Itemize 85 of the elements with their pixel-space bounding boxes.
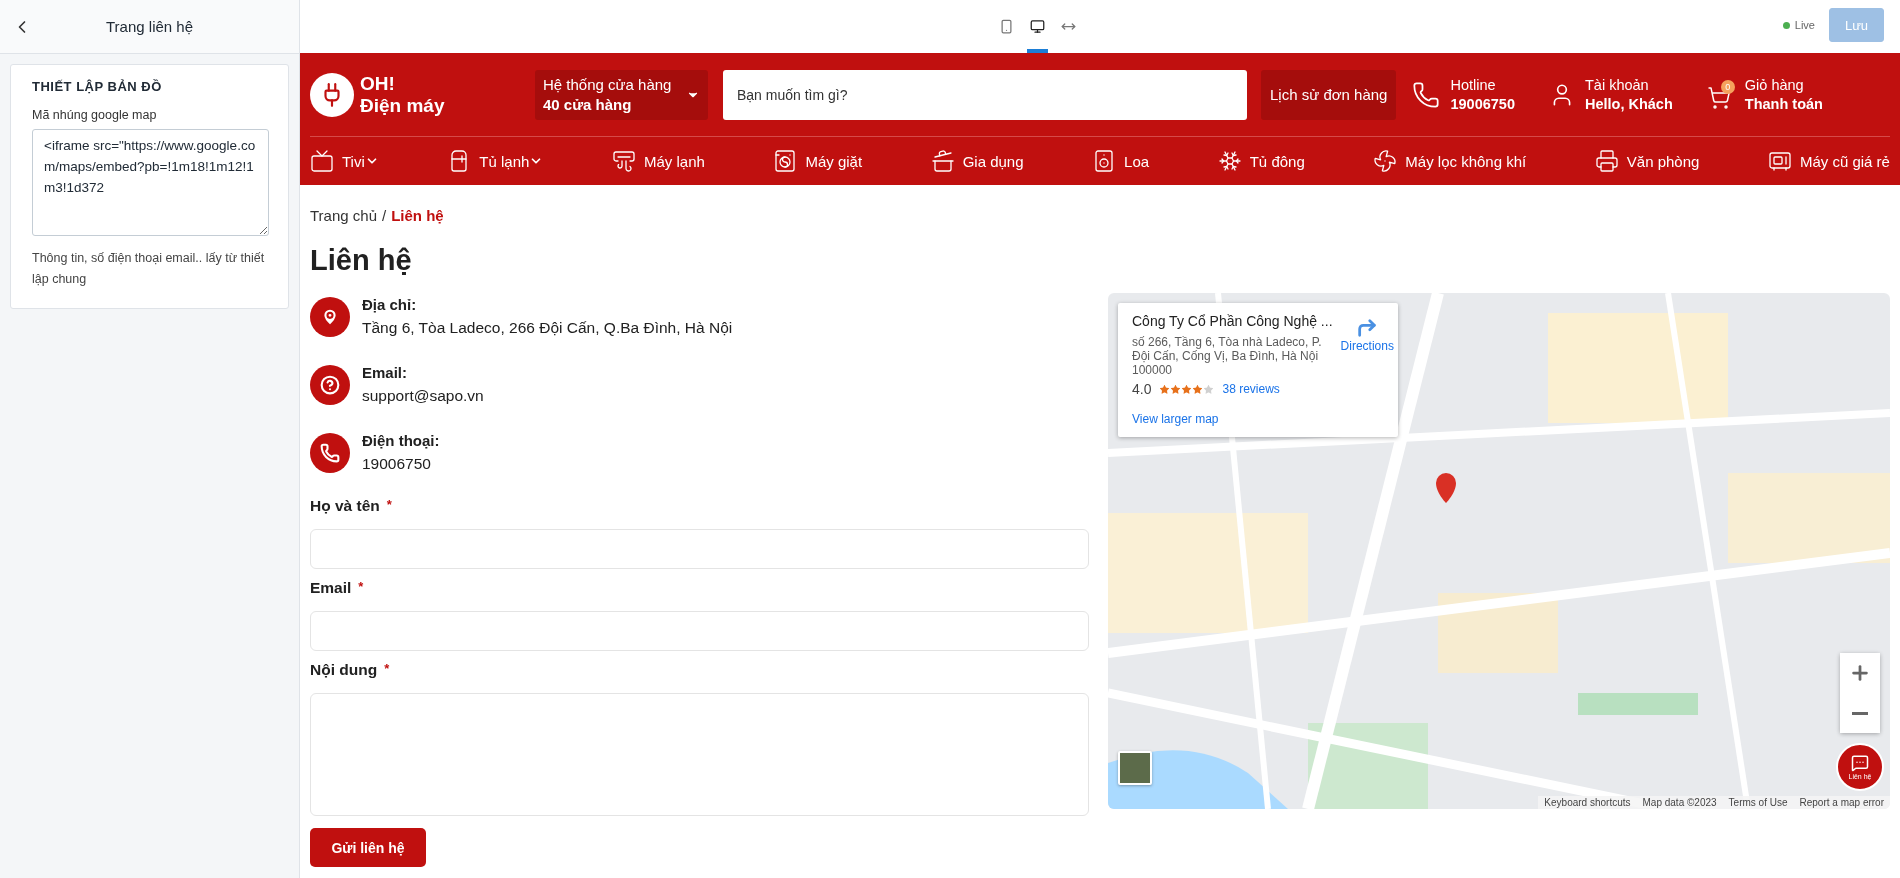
store-dropdown[interactable]: Hệ thống cửa hàng 40 cửa hàng: [535, 69, 708, 120]
breadcrumb-separator: /: [382, 207, 387, 224]
category-link[interactable]: Tủ lạnh: [447, 149, 544, 173]
required-mark: *: [358, 579, 364, 596]
category-link[interactable]: Văn phòng: [1594, 149, 1700, 173]
category-link[interactable]: Loa: [1092, 149, 1150, 173]
logo-text: OH! Điện máy: [360, 72, 445, 117]
fan-icon: [1373, 149, 1398, 173]
directions-link[interactable]: Directions: [1340, 317, 1394, 427]
embed-code-field[interactable]: <iframe src="https://www.google.com/maps/embed?pb=!1m18!1m12!1m3!1d372: [32, 129, 269, 236]
category-link[interactable]: Gia dụng: [930, 149, 1024, 173]
input-field[interactable]: [310, 529, 1089, 569]
reviews-link[interactable]: 38 reviews: [1222, 382, 1280, 396]
minus-icon: [1852, 711, 1868, 715]
map-footer-link[interactable]: Report a map error: [1799, 797, 1884, 808]
field-label: Họ và tên: [310, 497, 380, 515]
account-greeting: Hello, Khách: [1584, 94, 1673, 114]
message-field[interactable]: [310, 693, 1089, 816]
chat-bubble-icon: [1851, 754, 1869, 772]
rating-value: 4.0: [1132, 381, 1152, 397]
zoom-in-button[interactable]: [1840, 653, 1880, 693]
plus-icon: [1849, 662, 1871, 684]
required-mark: *: [384, 661, 390, 678]
category-link[interactable]: Tivi: [310, 149, 379, 173]
phone-icon: [1412, 80, 1441, 109]
contact-label: Địa chỉ:: [362, 295, 418, 315]
star-icon: [1170, 383, 1182, 395]
breadcrumb-link[interactable]: Liên hệ: [391, 207, 444, 224]
required-mark: *: [386, 497, 392, 514]
microwave-icon: [1767, 149, 1792, 173]
cart-count-badge: 0: [1720, 79, 1735, 94]
category-link[interactable]: Máy lọc không khí: [1373, 149, 1527, 173]
location-pin-icon: [310, 297, 350, 337]
order-history-button[interactable]: Lịch sử đơn hàng: [1261, 69, 1397, 120]
zoom-out-button[interactable]: [1840, 693, 1880, 733]
category-link[interactable]: Máy lạnh: [611, 149, 705, 173]
star-icon: [1203, 383, 1215, 395]
tv-icon: [310, 149, 334, 173]
star-icon: [1159, 383, 1171, 395]
plug-logo-icon: [310, 72, 354, 117]
page-title: Liên hệ: [310, 244, 412, 277]
star-icon: [1181, 383, 1193, 395]
printer-icon: [1594, 149, 1619, 173]
air-conditioner-icon: [611, 149, 636, 173]
category-link[interactable]: Máy cũ giá rẻ: [1767, 149, 1890, 173]
category-link[interactable]: Tủ đông: [1217, 149, 1305, 173]
contact-label: Điện thoại:: [362, 431, 440, 451]
contact-value: support@sapo.vn: [362, 386, 484, 406]
map-footer-link[interactable]: Terms of Use: [1728, 797, 1788, 808]
checkout-label: Thanh toán: [1744, 94, 1823, 114]
directions-arrow-icon: [1356, 317, 1379, 339]
contact-label: Email:: [362, 363, 408, 383]
status-label: Live: [1794, 19, 1815, 31]
input-field[interactable]: [310, 611, 1089, 651]
section-heading: THIẾT LẬP BẢN ĐỒ: [32, 79, 163, 94]
washing-machine-icon: [773, 149, 798, 173]
status-dot: [1782, 21, 1790, 29]
satellite-toggle-button[interactable]: [1118, 751, 1152, 785]
desktop-icon: [1030, 19, 1045, 34]
question-icon: [310, 365, 350, 405]
map-footer-link[interactable]: Map data ©2023: [1642, 797, 1717, 808]
place-name: Công Ty Cổ Phần Công Nghệ ...: [1132, 313, 1333, 329]
field-label: Nội dung: [310, 661, 378, 679]
contact-value: 19006750: [362, 454, 432, 474]
mobile-icon: [999, 19, 1014, 34]
phone-icon: [310, 433, 350, 473]
larger-map-link[interactable]: View larger map: [1132, 412, 1219, 426]
pot-icon: [930, 149, 955, 173]
submit-button[interactable]: Gửi liên hệ: [310, 828, 426, 867]
star-icon: [1192, 383, 1204, 395]
contact-value: Tầng 6, Tòa Ladeco, 266 Đội Cấn, Q.Ba Đình, Hà Nội: [362, 318, 733, 338]
place-address: số 266, Tầng 6, Tòa nhà Ladeco, P. Đội Cấn, Cống Vị, Ba Đình, Hà Nội 100000: [1132, 335, 1323, 377]
account-label: Tài khoản: [1584, 75, 1650, 95]
field-label: Email: [310, 579, 352, 597]
snowflake-icon: [1217, 149, 1242, 173]
breadcrumb-link[interactable]: Trang chủ: [310, 207, 377, 224]
field-label: Mã nhúng google map: [32, 108, 158, 122]
cart-label: Giỏ hàng: [1744, 75, 1805, 95]
help-text: Thông tin, số điện thoại email.. lấy từ thiết lập chung: [32, 250, 266, 288]
category-link[interactable]: Máy giặt: [773, 149, 863, 173]
map-footer-link[interactable]: Keyboard shortcuts: [1544, 797, 1631, 808]
hotline-number: 19006750: [1450, 94, 1515, 114]
search-field[interactable]: Bạn muốn tìm gì?: [723, 69, 1247, 120]
sidebar-title: Trang liên hệ: [105, 18, 194, 35]
hotline-label: Hotline: [1450, 75, 1497, 95]
